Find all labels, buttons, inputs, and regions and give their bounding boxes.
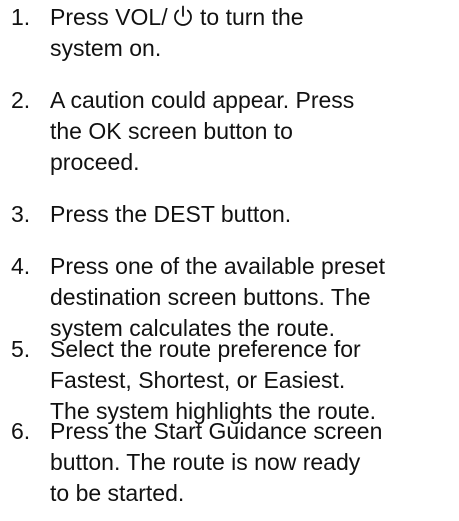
step-line: destination screen buttons. The [50,284,371,310]
step-line: proceed. [50,149,140,175]
step-text: A caution could appear. Press the OK scr… [50,85,455,178]
step-line: Select the route preference for [50,336,361,362]
step-number: 6. [11,418,31,444]
step-line: button. The route is now ready [50,449,361,475]
step-text: Press one of the available preset destin… [50,251,455,344]
step-line: to be started. [50,480,185,506]
step-text: Select the route preference for Fastest,… [50,334,455,427]
power-icon [172,5,194,27]
step-line: Press the DEST button. [50,201,292,227]
step-text: Press the Start Guidance screen button. … [50,416,455,509]
step-number: 1. [11,4,31,30]
step-line-part: Press VOL/ [50,4,168,30]
step-number: 2. [11,87,31,113]
step-line-part: to turn the [200,4,304,30]
step-number: 5. [11,336,31,362]
step-text: Press the DEST button. [50,199,455,230]
step-line: system on. [50,35,162,61]
step-line: Press the Start Guidance screen [50,418,383,444]
step-text: Press VOL/ to turn the system on. [50,2,455,64]
step-line: Press one of the available preset [50,253,385,279]
step-line: the OK screen button to [50,118,293,144]
step-number: 3. [11,201,31,227]
step-line: A caution could appear. Press [50,87,355,113]
step-number: 4. [11,253,31,279]
step-line: Fastest, Shortest, or Easiest. [50,367,346,393]
step-line: Press VOL/ to turn the [50,2,455,33]
